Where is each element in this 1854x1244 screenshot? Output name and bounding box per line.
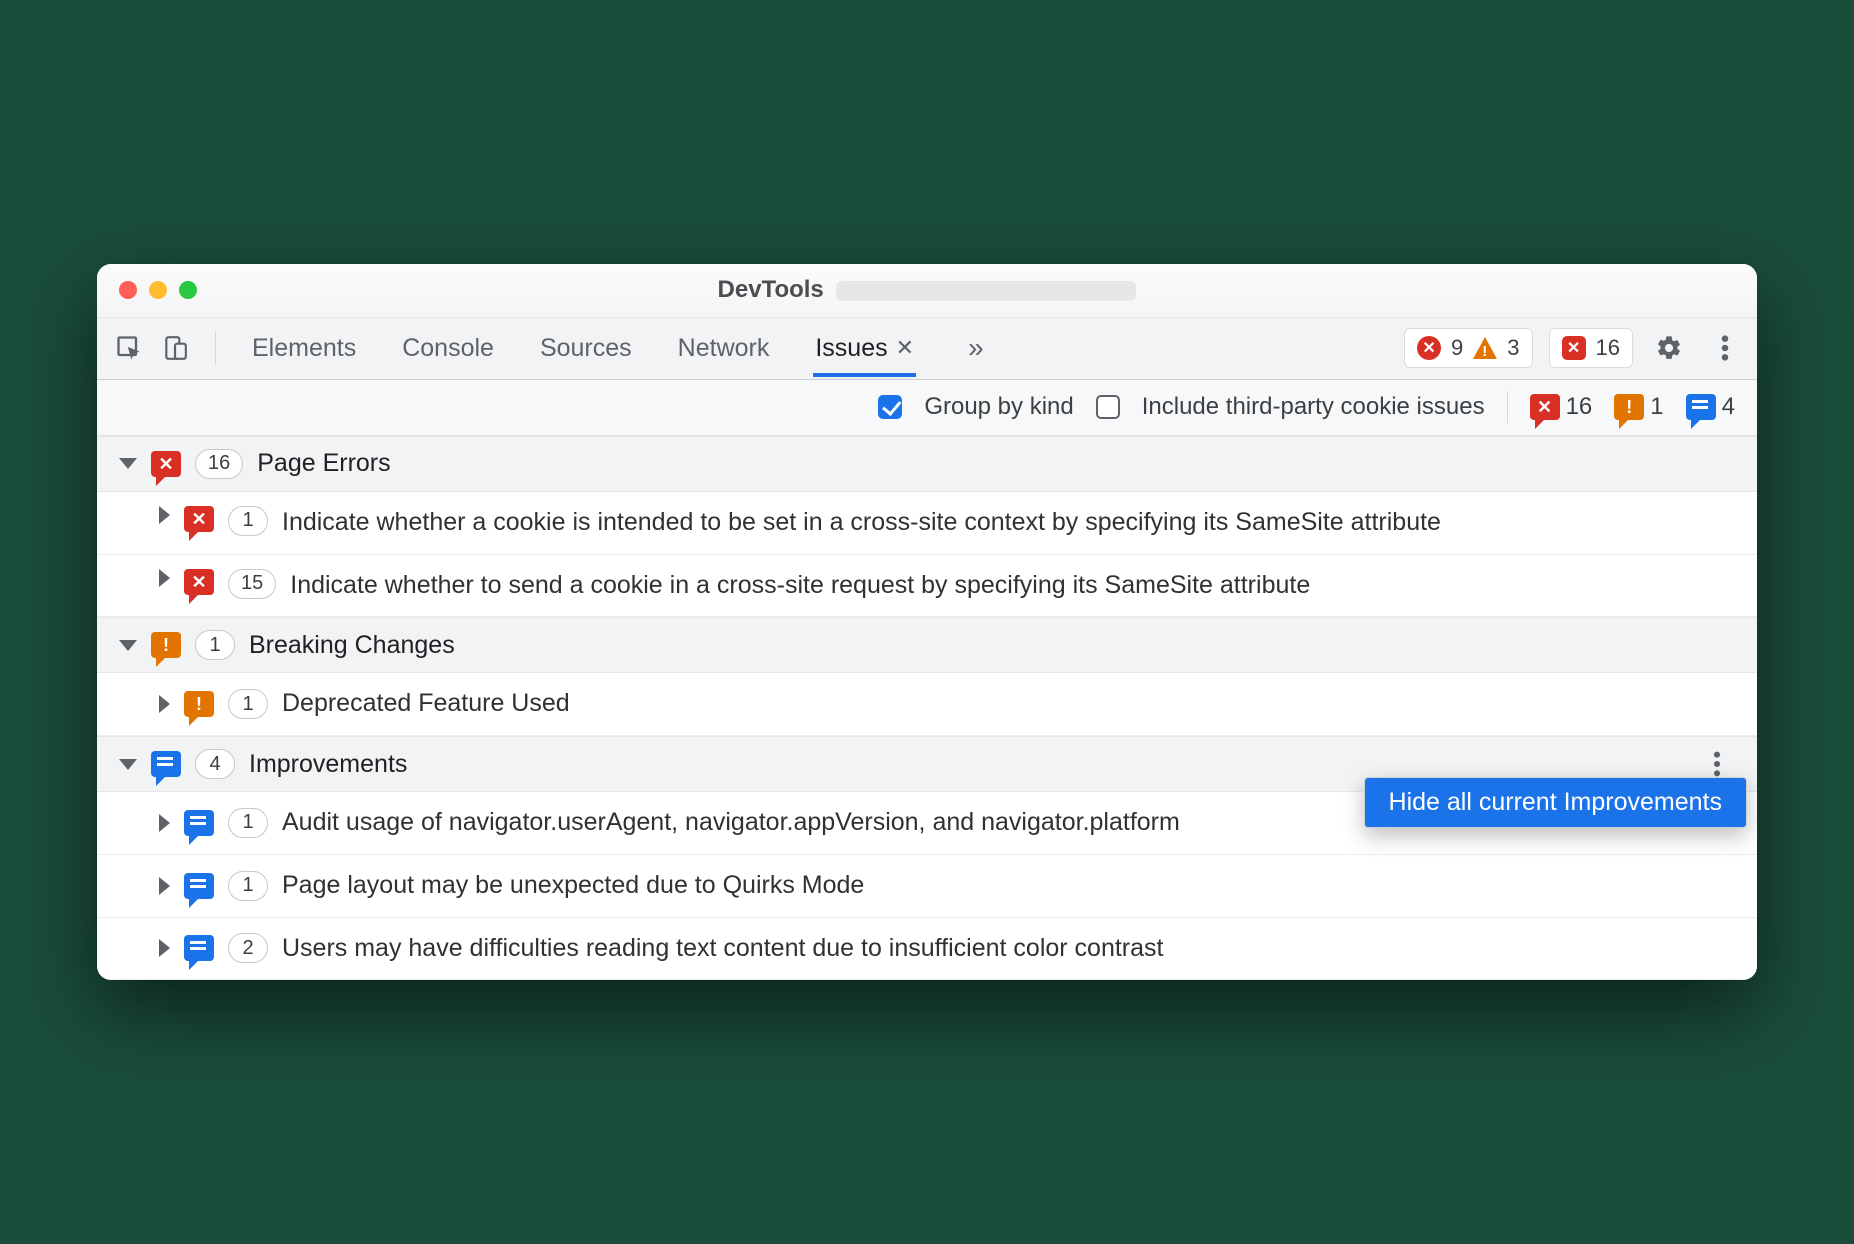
window-title-url <box>836 281 1136 301</box>
close-tab-icon[interactable]: ✕ <box>896 335 914 361</box>
issues-toolbar: Group by kind Include third-party cookie… <box>97 380 1757 436</box>
error-speech-icon: ✕ <box>184 569 214 595</box>
error-speech-icon: ✕ <box>151 451 181 477</box>
error-icon: ✕ <box>1417 336 1441 360</box>
issue-row[interactable]: 1 Page layout may be unexpected due to Q… <box>97 855 1757 918</box>
tab-issues[interactable]: Issues ✕ <box>813 320 916 377</box>
issue-text: Deprecated Feature Used <box>282 687 570 721</box>
disclosure-triangle-icon <box>159 814 170 832</box>
issues-tree: ✕ 16 Page Errors ✕ 1 Indicate whether a … <box>97 436 1757 981</box>
hide-improvements-menu-item[interactable]: Hide all current Improvements <box>1365 778 1746 827</box>
info-speech-icon <box>184 935 214 961</box>
issue-text: Page layout may be unexpected due to Qui… <box>282 869 864 903</box>
group-improvements[interactable]: 4 Improvements Hide all current Improvem… <box>97 736 1757 792</box>
count-pill: 4 <box>195 749 235 779</box>
separator <box>1507 391 1508 423</box>
window-title: DevTools <box>97 276 1757 304</box>
disclosure-triangle-icon <box>119 640 137 651</box>
window-title-text: DevTools <box>718 276 824 303</box>
disclosure-triangle-icon <box>159 939 170 957</box>
issue-row[interactable]: ✕ 15 Indicate whether to send a cookie i… <box>97 555 1757 618</box>
warning-speech-icon: ! <box>151 632 181 658</box>
issue-text: Audit usage of navigator.userAgent, navi… <box>282 806 1180 840</box>
count-pill: 1 <box>228 689 268 719</box>
disclosure-triangle-icon <box>119 759 137 770</box>
device-toolbar-icon[interactable] <box>155 328 195 368</box>
devtools-window: DevTools Elements Console Sources Networ… <box>97 264 1757 981</box>
issues-status-badge[interactable]: ✕ 16 <box>1549 328 1633 368</box>
issue-row[interactable]: 2 Users may have difficulties reading te… <box>97 918 1757 981</box>
settings-icon[interactable] <box>1649 328 1689 368</box>
error-speech-icon: ✕ <box>1530 394 1560 420</box>
issue-text: Indicate whether to send a cookie in a c… <box>290 569 1310 603</box>
tab-sources[interactable]: Sources <box>538 320 634 377</box>
count-pill: 1 <box>228 506 268 536</box>
more-tabs-icon[interactable]: » <box>958 332 994 364</box>
separator <box>215 331 216 365</box>
error-speech-icon: ✕ <box>184 506 214 532</box>
tabstrip: Elements Console Sources Network Issues … <box>97 318 1757 380</box>
group-title: Breaking Changes <box>249 631 455 660</box>
warning-speech-icon: ! <box>184 691 214 717</box>
info-speech-icon <box>1686 394 1716 420</box>
group-page-errors[interactable]: ✕ 16 Page Errors <box>97 436 1757 492</box>
more-options-icon[interactable] <box>1705 328 1745 368</box>
tab-console[interactable]: Console <box>400 320 496 377</box>
disclosure-triangle-icon <box>159 877 170 895</box>
count-pill: 2 <box>228 933 268 963</box>
count-pill: 1 <box>228 808 268 838</box>
inspect-element-icon[interactable] <box>109 328 149 368</box>
console-status-badge[interactable]: ✕ 9 3 <box>1404 328 1533 368</box>
count-pill: 1 <box>195 630 235 660</box>
issue-row[interactable]: ! 1 Deprecated Feature Used <box>97 673 1757 736</box>
count-pill: 1 <box>228 871 268 901</box>
group-title: Improvements <box>249 750 407 779</box>
disclosure-triangle-icon <box>159 569 170 587</box>
group-by-kind-label: Group by kind <box>924 393 1073 421</box>
group-by-kind-checkbox[interactable] <box>878 395 902 419</box>
warning-icon <box>1473 337 1497 359</box>
third-party-label: Include third-party cookie issues <box>1142 393 1485 421</box>
count-pill: 16 <box>195 449 243 479</box>
disclosure-triangle-icon <box>159 506 170 524</box>
group-breaking-changes[interactable]: ! 1 Breaking Changes <box>97 617 1757 673</box>
issue-text: Users may have difficulties reading text… <box>282 932 1163 966</box>
count-pill: 15 <box>228 569 276 599</box>
warning-counter[interactable]: ! 1 <box>1614 393 1663 421</box>
info-counter[interactable]: 4 <box>1686 393 1735 421</box>
group-title: Page Errors <box>257 449 390 478</box>
disclosure-triangle-icon <box>119 458 137 469</box>
error-count: 9 <box>1451 335 1463 361</box>
error-counter[interactable]: ✕ 16 <box>1530 393 1593 421</box>
tab-elements[interactable]: Elements <box>250 320 358 377</box>
info-speech-icon <box>151 751 181 777</box>
issue-text: Indicate whether a cookie is intended to… <box>282 506 1441 540</box>
issue-row[interactable]: ✕ 1 Indicate whether a cookie is intende… <box>97 492 1757 555</box>
titlebar: DevTools <box>97 264 1757 318</box>
warning-speech-icon: ! <box>1614 394 1644 420</box>
context-menu: Hide all current Improvements <box>1364 777 1747 828</box>
issues-count: 16 <box>1596 335 1620 361</box>
third-party-checkbox[interactable] <box>1096 395 1120 419</box>
info-speech-icon <box>184 810 214 836</box>
info-speech-icon <box>184 873 214 899</box>
warning-count: 3 <box>1507 335 1519 361</box>
disclosure-triangle-icon <box>159 695 170 713</box>
tab-network[interactable]: Network <box>676 320 772 377</box>
panel-tabs: Elements Console Sources Network Issues … <box>250 320 994 377</box>
error-icon: ✕ <box>1562 336 1586 360</box>
